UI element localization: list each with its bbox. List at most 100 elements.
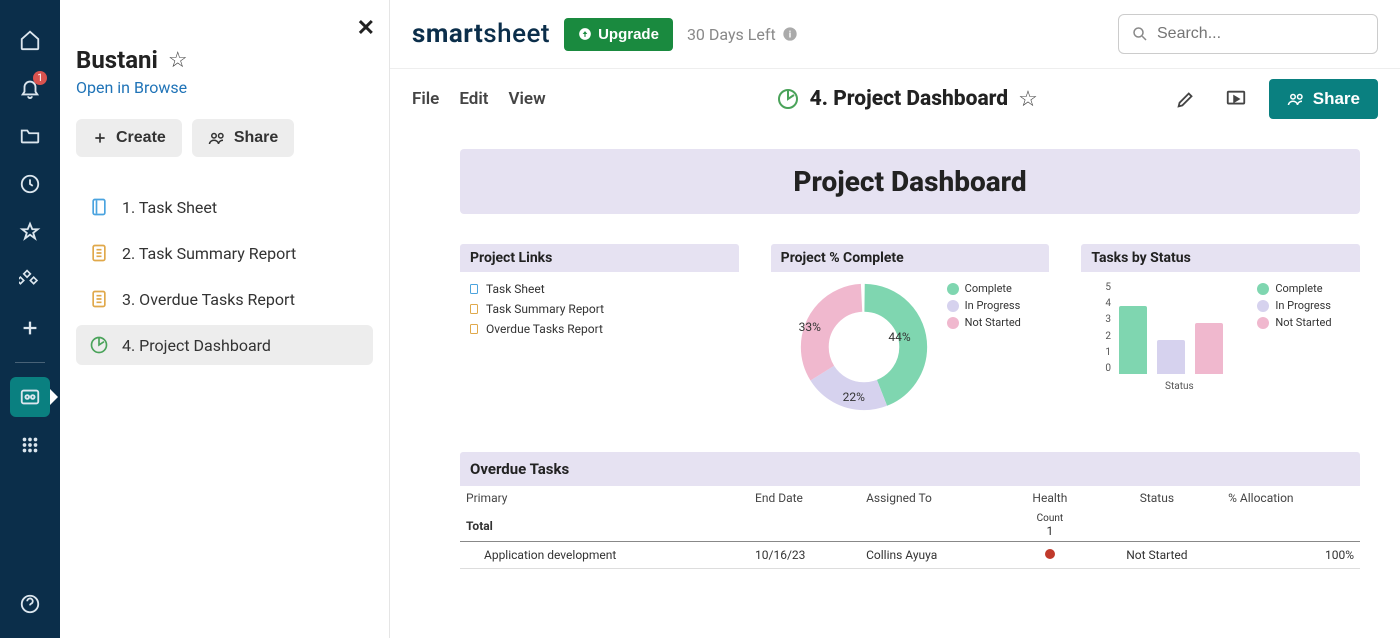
menu-view[interactable]: View [508,89,545,109]
search-input[interactable] [1157,25,1365,43]
star-icon[interactable]: ☆ [1018,87,1038,112]
cell-end-date: 10/16/23 [749,542,860,569]
open-in-browse-link[interactable]: Open in Browse [76,78,373,97]
panel-close-button[interactable]: ✕ [357,16,375,41]
create-label: Create [116,129,166,147]
bar-inprogress [1157,340,1185,374]
slice-label-notstarted: 33% [799,320,821,334]
rail-divider [15,362,45,363]
slice-label-complete: 44% [888,330,910,344]
report-icon [468,323,480,335]
cell-alloc: 100% [1222,542,1360,569]
bar-notstarted [1195,323,1223,374]
cell-health [1008,542,1092,569]
people-icon [1287,90,1305,108]
report-icon [88,242,110,264]
main-area: smartsheet Upgrade 30 Days Left i File E… [390,0,1400,638]
widget-overdue-tasks: Overdue Tasks Primary End Date Assigned … [460,452,1360,569]
notification-badge: 1 [33,71,47,85]
rail-favorites[interactable] [10,212,50,252]
col-assigned-to[interactable]: Assigned To [860,486,1008,510]
col-end-date[interactable]: End Date [749,486,860,510]
left-rail: 1 [0,0,60,638]
rail-resource-management[interactable] [10,377,50,417]
edit-button[interactable] [1169,82,1203,116]
rail-apps-grid[interactable] [10,425,50,465]
menu-file[interactable]: File [412,89,439,109]
rail-workapps[interactable] [10,260,50,300]
cell-status: Not Started [1092,542,1223,569]
rail-folder[interactable] [10,116,50,156]
table-header-row: Primary End Date Assigned To Health Stat… [460,486,1360,510]
slice-label-inprogress: 22% [843,390,865,404]
table-total-row: Total Count1 [460,510,1360,542]
people-icon [208,129,226,147]
col-status[interactable]: Status [1092,486,1223,510]
panel-item-list: 1. Task Sheet 2. Task Summary Report 3. … [76,187,373,365]
panel-item-label: 4. Project Dashboard [122,336,271,355]
dashboard-title: Project Dashboard [460,149,1360,214]
link-summary-report[interactable]: Task Summary Report [468,302,731,316]
report-icon [88,288,110,310]
bar-chart: 543210 Status [1089,282,1239,392]
panel-item-overdue-report[interactable]: 3. Overdue Tasks Report [76,279,373,319]
present-button[interactable] [1219,82,1253,116]
upgrade-label: Upgrade [598,26,659,43]
bar-legend: Complete In Progress Not Started [1257,282,1331,329]
browse-panel: ✕ Bustani ☆ Open in Browse Create Share … [60,0,390,638]
overdue-table: Primary End Date Assigned To Health Stat… [460,486,1360,569]
widget-pct-complete: Project % Complete 44% 22% 33% [771,244,1050,422]
cell-primary: Application development [460,542,749,569]
rail-home[interactable] [10,20,50,60]
caret-icon [50,389,58,405]
panel-item-summary-report[interactable]: 2. Task Summary Report [76,233,373,273]
topbar: smartsheet Upgrade 30 Days Left i [390,0,1400,69]
sheet-icon [88,196,110,218]
widget-title: Project Links [460,244,739,272]
report-icon [468,303,480,315]
dashboard-icon [776,87,800,111]
plus-icon [92,130,108,146]
share-label: Share [1313,89,1360,109]
search-icon [1131,25,1149,43]
panel-item-label: 1. Task Sheet [122,198,217,217]
panel-item-project-dashboard[interactable]: 4. Project Dashboard [76,325,373,365]
menu-edit[interactable]: Edit [459,89,488,109]
panel-item-label: 3. Overdue Tasks Report [122,290,295,309]
rail-add[interactable] [10,308,50,348]
trial-days-left: 30 Days Left i [687,25,798,44]
star-icon[interactable]: ☆ [168,48,188,73]
up-arrow-icon [578,27,592,41]
widget-tasks-by-status: Tasks by Status 543210 Status [1081,244,1360,422]
col-primary[interactable]: Primary [460,486,749,510]
widget-title: Project % Complete [771,244,1050,272]
widget-title: Overdue Tasks [460,452,1360,486]
workspace-title: Bustani [76,46,158,74]
link-task-sheet[interactable]: Task Sheet [468,282,731,296]
col-health[interactable]: Health [1008,486,1092,510]
panel-share-label: Share [234,129,278,147]
share-button[interactable]: Share [1269,79,1378,119]
svg-text:i: i [788,29,790,40]
y-axis: 543210 [1105,282,1111,374]
col-allocation[interactable]: % Allocation [1222,486,1360,510]
health-dot-icon [1045,549,1055,559]
sheet-icon [468,283,480,295]
cell-assigned: Collins Ayuya [860,542,1008,569]
brand-logo[interactable]: smartsheet [412,19,550,49]
widget-title: Tasks by Status [1081,244,1360,272]
upgrade-button[interactable]: Upgrade [564,18,673,51]
pie-legend: Complete In Progress Not Started [947,282,1021,329]
rail-help[interactable] [10,584,50,624]
search-box[interactable] [1118,14,1378,54]
dashboard: Project Dashboard Project Links Task She… [390,129,1400,589]
link-overdue-report[interactable]: Overdue Tasks Report [468,322,731,336]
rail-notifications[interactable]: 1 [10,68,50,108]
table-row[interactable]: Application development 10/16/23 Collins… [460,542,1360,569]
rail-recents[interactable] [10,164,50,204]
create-button[interactable]: Create [76,119,182,157]
menubar: File Edit View 4. Project Dashboard ☆ Sh… [390,69,1400,129]
panel-item-task-sheet[interactable]: 1. Task Sheet [76,187,373,227]
panel-share-button[interactable]: Share [192,119,294,157]
info-icon[interactable]: i [782,26,798,42]
